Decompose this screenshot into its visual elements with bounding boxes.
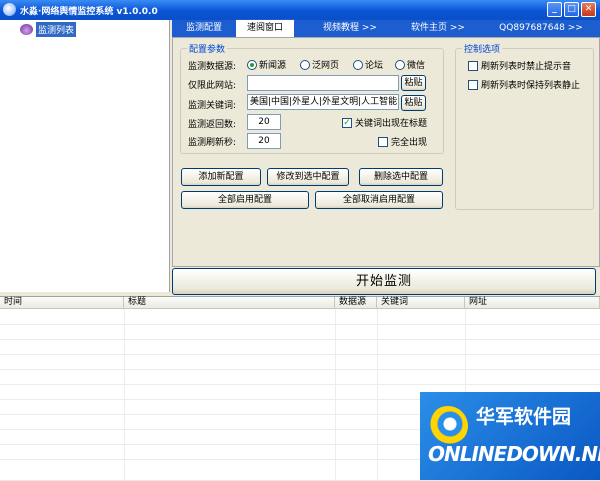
watermark-en-text: ONLINEDOWN.NET	[428, 442, 600, 466]
site-label: 仅限此网站:	[188, 81, 237, 91]
checkbox-box: ✓	[342, 117, 352, 128]
column-header-time[interactable]: 时间	[0, 297, 124, 309]
keyword-input[interactable]: 美国|中国|外星人|外星文明|人工智能	[247, 94, 399, 110]
tree-node-monitor-list[interactable]: 监测列表	[20, 21, 77, 37]
radio-dot	[353, 59, 363, 70]
window-title: 水淼·网络舆情监控系统 v1.0.0.0	[20, 7, 158, 17]
start-monitor-button[interactable]: 开始监测	[172, 268, 596, 295]
column-header-url[interactable]: 网址	[465, 297, 600, 309]
refresh-label: 监测刷新秒:	[188, 138, 237, 148]
checkbox-label: 关键词出现在标题	[355, 119, 428, 129]
maximize-button[interactable]: □	[564, 2, 579, 17]
column-header-keyword[interactable]: 关键词	[377, 297, 465, 309]
row-line	[0, 339, 600, 340]
enable-all-button[interactable]: 全部启用配置	[181, 191, 309, 209]
checkbox-box	[468, 79, 478, 90]
disable-all-button[interactable]: 全部取消启用配置	[315, 191, 443, 209]
row-line	[0, 324, 600, 325]
close-button[interactable]: ✕	[581, 2, 596, 17]
radio-label: 新闻源	[259, 61, 287, 71]
checkbox-label: 刷新列表时保持列表静止	[481, 81, 581, 91]
row-line	[0, 354, 600, 355]
keep-list-checkbox[interactable]: 刷新列表时保持列表静止	[468, 78, 580, 91]
keyword-label: 监测关键词:	[188, 101, 237, 111]
refresh-input[interactable]: 20	[247, 133, 281, 149]
monitor-tree[interactable]: 监测列表	[0, 20, 170, 292]
row-line	[0, 369, 600, 370]
delete-config-button[interactable]: 删除选中配置	[359, 168, 443, 186]
add-config-button[interactable]: 添加新配置	[181, 168, 261, 186]
config-panel: 配置参数 监测数据源: 新闻源 泛网页 论坛 微信 仅限此网站: 粘贴 监测关键…	[172, 37, 600, 267]
close-icon: ✕	[584, 4, 593, 14]
keyword-in-title-checkbox[interactable]: ✓ 关键词出现在标题	[342, 116, 427, 129]
checkbox-label: 刷新列表时禁止提示音	[481, 62, 572, 72]
column-header-source[interactable]: 数据源	[335, 297, 377, 309]
config-params-title: 配置参数	[187, 42, 228, 55]
source-radio-wechat[interactable]: 微信	[395, 58, 425, 71]
radio-label: 微信	[407, 61, 426, 71]
minimize-icon: _	[552, 4, 557, 14]
column-divider	[377, 309, 378, 481]
radio-dot	[247, 59, 257, 70]
no-sound-checkbox[interactable]: 刷新列表时禁止提示音	[468, 59, 571, 72]
watermark-cn-text: 华军软件园	[476, 406, 572, 428]
paste-site-button[interactable]: 粘贴	[401, 75, 426, 91]
full-match-checkbox[interactable]: 完全出现	[378, 135, 427, 148]
table-header: 时间 标题 数据源 关键词 网址	[0, 297, 600, 309]
tab-software-home[interactable]: 软件主页 >>	[408, 20, 468, 37]
source-label: 监测数据源:	[188, 62, 237, 72]
column-header-title[interactable]: 标题	[124, 297, 335, 309]
source-radio-forum[interactable]: 论坛	[353, 58, 383, 71]
row-line	[0, 384, 600, 385]
radio-label: 论坛	[365, 61, 384, 71]
checkbox-box	[378, 136, 388, 147]
checkbox-label: 完全出现	[391, 138, 428, 148]
radio-dot	[395, 59, 405, 70]
watermark-icon	[428, 406, 468, 446]
radio-label: 泛网页	[312, 61, 340, 71]
checkbox-box	[468, 60, 478, 71]
minimize-button[interactable]: _	[547, 2, 562, 17]
pages-input[interactable]: 20	[247, 114, 281, 130]
column-divider	[124, 309, 125, 481]
tab-bar: 监测配置 速阅窗口 视频教程 >> 软件主页 >> QQ897687648 >>	[172, 19, 600, 38]
paste-keyword-button[interactable]: 粘贴	[401, 95, 426, 111]
tab-quick-read[interactable]: 速阅窗口	[235, 19, 295, 38]
site-input[interactable]	[247, 75, 399, 91]
tree-node-label: 监测列表	[36, 21, 77, 37]
tab-qq[interactable]: QQ897687648 >>	[496, 20, 586, 37]
list-icon	[20, 23, 33, 35]
source-radio-web[interactable]: 泛网页	[300, 58, 339, 71]
tab-monitor-config[interactable]: 监测配置	[178, 20, 230, 37]
source-radio-news[interactable]: 新闻源	[247, 58, 286, 71]
modify-config-button[interactable]: 修改到选中配置	[267, 168, 349, 186]
control-options-title: 控制选项	[462, 42, 503, 55]
title-bar: 水淼·网络舆情监控系统 v1.0.0.0 _ □ ✕	[0, 0, 600, 20]
tab-video-tutorial[interactable]: 视频教程 >>	[320, 20, 380, 37]
radio-dot	[300, 59, 310, 70]
app-icon	[3, 3, 16, 16]
watermark-logo: 华军软件园 ONLINEDOWN.NET	[420, 392, 600, 480]
pages-label: 监测返回数:	[188, 120, 237, 130]
column-divider	[335, 309, 336, 481]
maximize-icon: □	[567, 4, 576, 14]
control-options-group: 控制选项	[455, 42, 594, 210]
